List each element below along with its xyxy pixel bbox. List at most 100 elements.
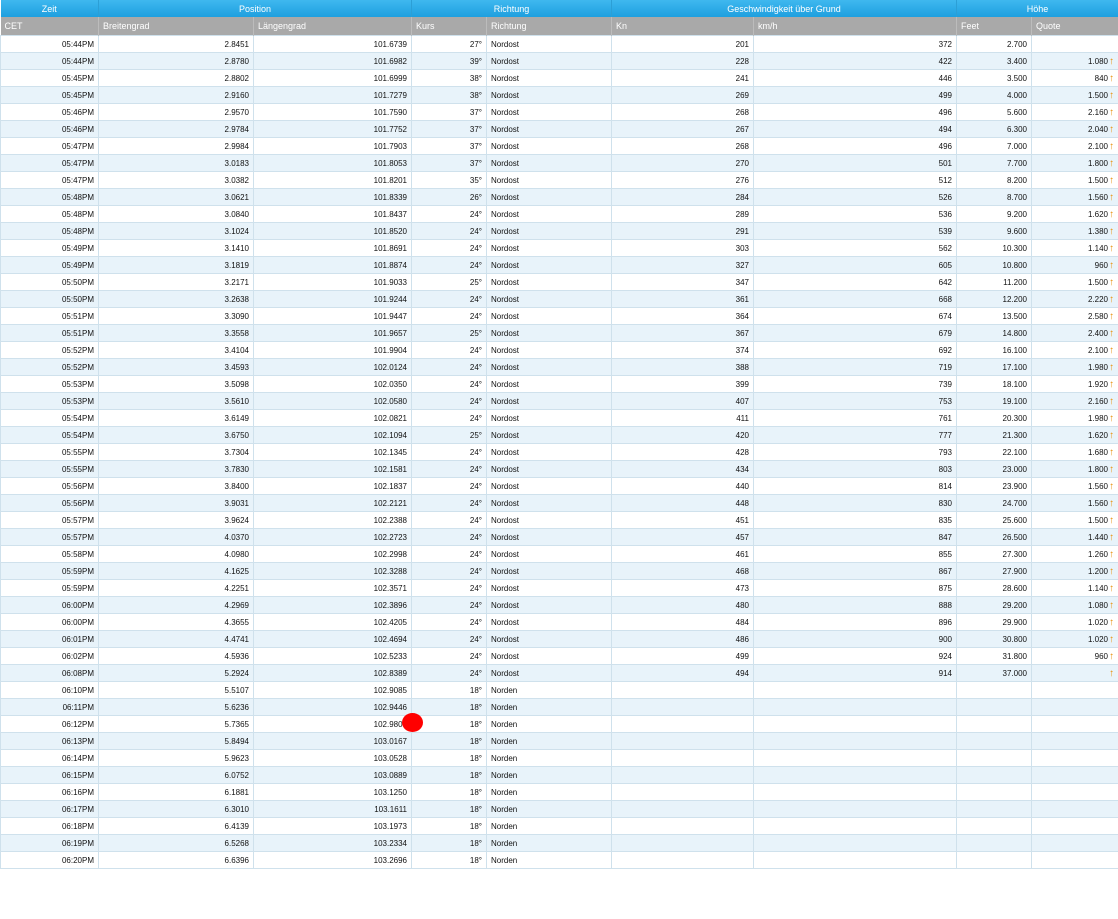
latitude-value: 4.0980 xyxy=(224,549,249,559)
course-value: 24° xyxy=(469,549,482,559)
latitude-value: 5.5107 xyxy=(224,685,249,695)
time-value: 05:52PM xyxy=(61,362,94,372)
time-value: 05:48PM xyxy=(61,226,94,236)
feet-cell: 5.600 xyxy=(956,103,1032,121)
course-cell: 39° xyxy=(411,52,487,70)
feet-cell: 9.600 xyxy=(956,222,1032,240)
kmh-value: 914 xyxy=(938,668,952,678)
knots-cell xyxy=(611,715,754,733)
course-value: 18° xyxy=(469,685,482,695)
direction-cell: Norden xyxy=(486,732,612,750)
quote-cell: 2.100↑ xyxy=(1030,341,1118,359)
table-row: 06:02PM 4.5936 102.5233 24° Nordost 499 924 31.… xyxy=(0,647,1118,665)
quote-cell: 1.380↑ xyxy=(1030,222,1118,240)
direction-value: Nordost xyxy=(491,668,520,678)
quote-value: 1.140 xyxy=(1087,243,1109,253)
kmh-cell: 855 xyxy=(753,545,957,563)
time-cell: 05:49PM xyxy=(0,239,99,257)
time-cell: 05:46PM xyxy=(0,103,99,121)
time-value: 06:01PM xyxy=(61,634,94,644)
table-row: 06:11PM 5.6236 102.9446 18° Norden xyxy=(0,698,1118,716)
table-row: 06:15PM 6.0752 103.0889 18° Norden xyxy=(0,766,1118,784)
direction-value: Nordost xyxy=(491,277,520,287)
direction-cell: Nordost xyxy=(486,69,612,87)
latitude-value: 2.9784 xyxy=(224,124,249,134)
table-row: 05:53PM 3.5610 102.0580 24° Nordost 407 753 19.… xyxy=(0,392,1118,410)
feet-value: 8.200 xyxy=(1006,175,1027,185)
direction-cell: Nordost xyxy=(486,256,612,274)
direction-cell: Norden xyxy=(486,851,612,869)
knots-cell: 267 xyxy=(611,120,754,138)
longitude-cell: 103.1611 xyxy=(253,800,412,818)
longitude-cell: 102.2723 xyxy=(253,528,412,546)
longitude-cell: 102.5233 xyxy=(253,647,412,665)
feet-cell xyxy=(956,766,1032,784)
direction-cell: Nordost xyxy=(486,35,612,53)
knots-value: 399 xyxy=(735,379,749,389)
knots-cell: 494 xyxy=(611,664,754,682)
direction-cell: Nordost xyxy=(486,171,612,189)
course-value: 24° xyxy=(469,209,482,219)
feet-value: 2.700 xyxy=(1006,39,1027,49)
feet-cell: 24.700 xyxy=(956,494,1032,512)
direction-cell: Nordost xyxy=(486,222,612,240)
table-row: 05:47PM 3.0183 101.8053 37° Nordost 270 501 7.7… xyxy=(0,154,1118,172)
time-cell: 06:00PM xyxy=(0,613,99,631)
latitude-cell: 6.3010 xyxy=(98,800,254,818)
course-value: 24° xyxy=(469,396,482,406)
time-cell: 05:50PM xyxy=(0,273,99,291)
knots-value: 228 xyxy=(735,56,749,66)
longitude-cell: 102.1837 xyxy=(253,477,412,495)
longitude-value: 102.2388 xyxy=(373,515,407,525)
table-row: 05:54PM 3.6750 102.1094 25° Nordost 420 777 21.… xyxy=(0,426,1118,444)
quote-cell: 1.680↑ xyxy=(1030,443,1118,461)
time-value: 05:59PM xyxy=(61,566,94,576)
feet-cell: 21.300 xyxy=(956,426,1032,444)
time-cell: 05:55PM xyxy=(0,460,99,478)
quote-value: 840 xyxy=(1094,73,1109,83)
longitude-value: 101.6982 xyxy=(373,56,407,66)
subheader-feet: Feet xyxy=(956,17,1032,36)
quote-cell xyxy=(1030,817,1118,835)
table-row: 05:52PM 3.4593 102.0124 24° Nordost 388 719 17.… xyxy=(0,358,1118,376)
table-row: 05:50PM 3.2171 101.9033 25° Nordost 347 642 11.… xyxy=(0,273,1118,291)
time-value: 05:57PM xyxy=(61,515,94,525)
course-value: 18° xyxy=(469,855,482,865)
direction-cell: Nordost xyxy=(486,273,612,291)
time-cell: 05:48PM xyxy=(0,222,99,240)
course-value: 24° xyxy=(469,583,482,593)
longitude-value: 101.6739 xyxy=(373,39,407,49)
kmh-cell: 501 xyxy=(753,154,957,172)
time-value: 05:54PM xyxy=(61,413,94,423)
longitude-value: 103.1611 xyxy=(374,804,407,814)
table-row: 05:52PM 3.4104 101.9904 24° Nordost 374 692 16.… xyxy=(0,341,1118,359)
knots-cell xyxy=(611,783,754,801)
table-row: 06:13PM 5.8494 103.0167 18° Norden xyxy=(0,732,1118,750)
course-cell: 18° xyxy=(411,834,487,852)
kmh-cell xyxy=(753,800,957,818)
direction-cell: Norden xyxy=(486,834,612,852)
knots-cell: 268 xyxy=(611,137,754,155)
latitude-cell: 5.6236 xyxy=(98,698,254,716)
longitude-cell: 102.2998 xyxy=(253,545,412,563)
quote-value: 2.040 xyxy=(1087,124,1109,134)
direction-value: Norden xyxy=(491,702,518,712)
longitude-value: 102.5233 xyxy=(373,651,407,661)
latitude-cell: 2.8802 xyxy=(98,69,254,87)
course-value: 24° xyxy=(469,362,482,372)
kmh-cell: 494 xyxy=(753,120,957,138)
course-value: 24° xyxy=(469,566,482,576)
course-cell: 24° xyxy=(411,375,487,393)
course-cell: 18° xyxy=(411,800,487,818)
time-cell: 06:14PM xyxy=(0,749,99,767)
direction-value: Nordost xyxy=(491,532,520,542)
longitude-cell: 101.9244 xyxy=(253,290,412,308)
table-row: 05:51PM 3.3090 101.9447 24° Nordost 364 674 13.… xyxy=(0,307,1118,325)
latitude-value: 2.9160 xyxy=(224,90,249,100)
kmh-cell: 900 xyxy=(753,630,957,648)
feet-cell xyxy=(956,800,1032,818)
latitude-value: 3.5098 xyxy=(224,379,249,389)
time-value: 05:57PM xyxy=(61,532,94,542)
course-value: 24° xyxy=(469,243,482,253)
knots-value: 473 xyxy=(735,583,749,593)
